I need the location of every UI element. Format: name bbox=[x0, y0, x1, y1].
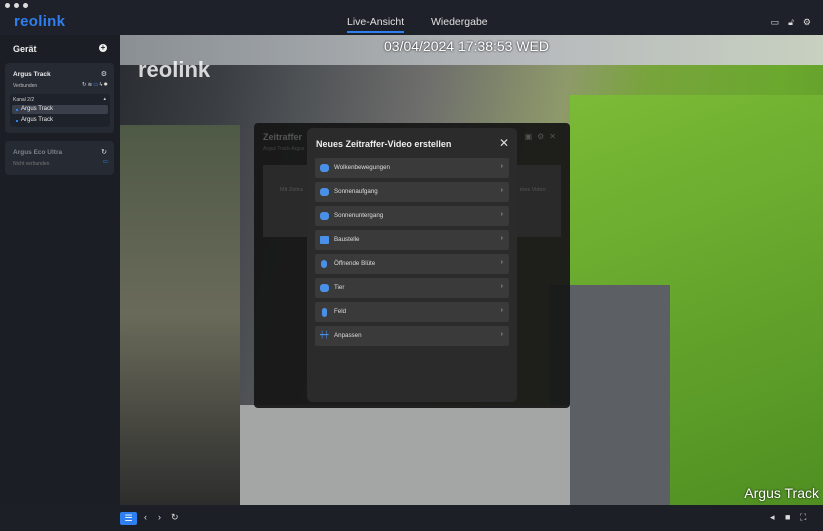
preset-clouds[interactable]: Wolkenbewegungen › bbox=[315, 158, 509, 178]
preset-label: Sonnenuntergang bbox=[334, 212, 384, 219]
chevron-right-icon: › bbox=[500, 307, 503, 314]
preset-label: Öffnende Blüte bbox=[334, 260, 376, 267]
add-device-button[interactable]: + bbox=[99, 44, 107, 52]
channel-item[interactable]: Argus Track bbox=[12, 105, 108, 114]
device-status: Verbunden bbox=[13, 83, 38, 89]
preset-label: Tier bbox=[334, 284, 345, 291]
timelapse-title: Zeitraffer bbox=[263, 132, 303, 142]
unlock-icon[interactable]: 🔓︎ bbox=[788, 17, 794, 28]
preset-custom[interactable]: ┿┿ Anpassen › bbox=[315, 326, 509, 346]
window-controls[interactable] bbox=[5, 3, 28, 8]
single-view-icon[interactable]: ■ bbox=[785, 512, 790, 522]
device-name: Argus Eco Ultra bbox=[13, 149, 63, 156]
next-icon[interactable]: › bbox=[158, 512, 161, 522]
device-card-argus-track[interactable]: Argus Track ⚙ Verbunden ↻≋▭ϟ✹ Kanal 2/2 … bbox=[5, 63, 114, 133]
preset-label: Wolkenbewegungen bbox=[334, 164, 390, 171]
chevron-right-icon: › bbox=[500, 211, 503, 218]
device-status-icons: ↻≋▭ϟ✹ bbox=[82, 82, 109, 88]
close-icon: ✕ bbox=[549, 132, 561, 141]
rotate-icon[interactable]: ↻ bbox=[171, 512, 179, 523]
reolink-logo: reolink bbox=[14, 13, 66, 30]
collapse-icon[interactable]: ▴ bbox=[103, 96, 106, 102]
device-sidebar: Gerät + Argus Track ⚙ Verbunden ↻≋▭ϟ✹ Ka… bbox=[0, 35, 120, 505]
preset-label: Baustelle bbox=[334, 236, 360, 243]
chevron-right-icon: › bbox=[500, 163, 503, 170]
timelapse-card-label: Mit Zeitra bbox=[280, 187, 303, 193]
download-icon: ▣ bbox=[524, 132, 538, 141]
camera-name-overlay: Argus Track bbox=[744, 485, 819, 501]
preset-sunrise[interactable]: Sonnenaufgang › bbox=[315, 182, 509, 202]
timelapse-subtitle: Argus Track-Argus bbox=[263, 146, 305, 152]
device-card-argus-eco-ultra[interactable]: Argus Eco Ultra ↻ Nicht verbunden ▭ bbox=[5, 141, 114, 175]
close-icon[interactable]: ✕ bbox=[499, 136, 509, 150]
channel-item[interactable]: Argus Track bbox=[12, 116, 108, 125]
chevron-right-icon: › bbox=[500, 187, 503, 194]
flower-icon bbox=[321, 260, 327, 268]
field-icon bbox=[322, 308, 327, 317]
preset-blooming-flower[interactable]: Öffnende Blüte › bbox=[315, 254, 509, 274]
chevron-right-icon: › bbox=[500, 283, 503, 290]
video-watermark: reolink bbox=[138, 57, 211, 82]
channel-list: Kanal 2/2 ▴ Argus Track Argus Track bbox=[10, 94, 110, 127]
device-status: Nicht verbunden bbox=[13, 161, 50, 167]
timelapse-card-label: ines Video bbox=[520, 187, 546, 193]
title-bar: reolink Live-Ansicht Wiedergabe ▭ 🔓︎ ⚙ bbox=[0, 0, 823, 35]
building-icon bbox=[320, 236, 329, 244]
dialog-title: Neues Zeitraffer-Video erstellen bbox=[316, 139, 452, 149]
timelapse-panel-icons[interactable]: ▣⚙✕ bbox=[525, 132, 561, 141]
video-timestamp: 03/04/2024 17:38:53 WED bbox=[384, 38, 550, 54]
volume-icon[interactable]: ◂ bbox=[770, 512, 775, 523]
refresh-icon[interactable]: ↻ bbox=[101, 148, 107, 156]
new-timelapse-dialog: Neues Zeitraffer-Video erstellen ✕ Wolke… bbox=[307, 128, 517, 402]
list-view-button[interactable]: ☰ bbox=[120, 512, 137, 525]
sun-icon: ✹ bbox=[103, 82, 109, 88]
preset-construction[interactable]: Baustelle › bbox=[315, 230, 509, 250]
preset-animal[interactable]: Tier › bbox=[315, 278, 509, 298]
preset-field[interactable]: Feld › bbox=[315, 302, 509, 322]
sunrise-icon bbox=[320, 188, 329, 196]
gear-icon: ⚙ bbox=[537, 132, 550, 141]
chevron-right-icon: › bbox=[500, 235, 503, 242]
preset-label: Feld bbox=[334, 308, 347, 315]
preset-sunset[interactable]: Sonnenuntergang › bbox=[315, 206, 509, 226]
bottom-toolbar: ☰ ‹ › ↻ ◂ ■ ⛶ bbox=[0, 505, 823, 531]
channel-header: Kanal 2/2 bbox=[13, 97, 35, 103]
preset-label: Anpassen bbox=[334, 332, 362, 339]
previous-icon[interactable]: ‹ bbox=[144, 512, 147, 522]
timelapse-card-left bbox=[263, 165, 308, 237]
sunset-icon bbox=[320, 212, 329, 220]
gear-icon[interactable]: ⚙ bbox=[803, 17, 811, 28]
chevron-right-icon: › bbox=[500, 331, 503, 338]
tab-playback[interactable]: Wiedergabe bbox=[431, 16, 488, 28]
sliders-icon: ┿┿ bbox=[320, 332, 329, 339]
device-settings-icon[interactable]: ⚙ bbox=[101, 70, 107, 78]
sidebar-title: Gerät bbox=[13, 44, 37, 54]
timelapse-card-right bbox=[516, 165, 561, 237]
fullscreen-icon[interactable]: ⛶ bbox=[800, 512, 806, 523]
tab-live-view[interactable]: Live-Ansicht bbox=[347, 16, 405, 33]
device-name: Argus Track bbox=[13, 71, 51, 78]
chevron-right-icon: › bbox=[500, 259, 503, 266]
message-icon[interactable]: ▭ bbox=[771, 17, 780, 28]
cloud-icon bbox=[320, 164, 329, 172]
preset-label: Sonnenaufgang bbox=[334, 188, 378, 195]
battery-icon: ▭ bbox=[102, 159, 109, 165]
paw-icon bbox=[320, 284, 329, 292]
